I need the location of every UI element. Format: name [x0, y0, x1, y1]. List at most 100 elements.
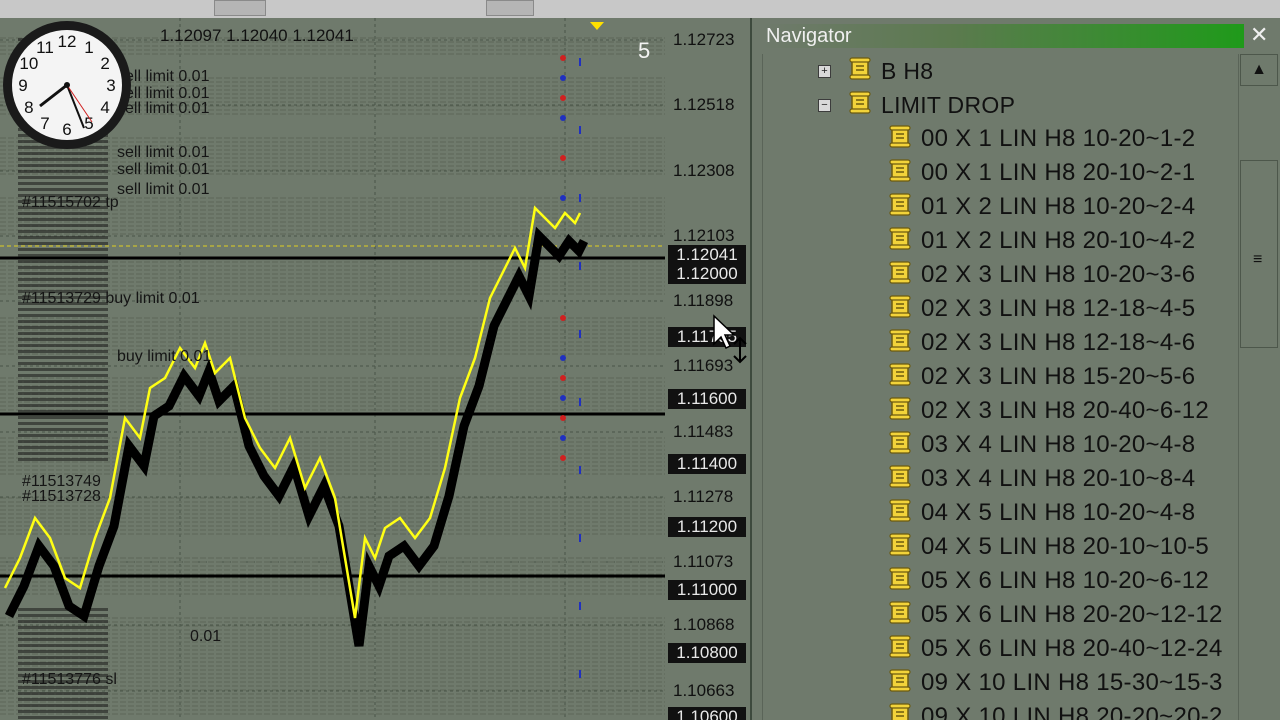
clock-numeral: 8 — [24, 98, 33, 117]
order-marker — [18, 314, 108, 317]
trade-arrow — [560, 155, 566, 161]
price-level-label: 1.11073 — [673, 552, 734, 571]
order-marker — [18, 704, 108, 707]
navigator-header: Navigator — [762, 24, 1244, 48]
tree-item-script[interactable]: 03 X 4 LIN H8 10-20~4-8 — [887, 428, 1195, 462]
clock-widget: 12 1234567891011 — [3, 21, 131, 149]
tree-folder[interactable]: B H8 — [847, 54, 933, 88]
tree-item-script[interactable]: 00 X 1 LIN H8 10-20~1-2 — [887, 122, 1195, 156]
script-icon — [887, 158, 913, 189]
order-marker — [18, 638, 108, 641]
script-icon — [887, 192, 913, 223]
tree-item-label: 04 X 5 LIN H8 20-10~10-5 — [921, 533, 1210, 560]
tree-item-label: 09 X 10 LIN H8 15-30~15-3 — [921, 669, 1223, 696]
expand-icon[interactable]: + — [818, 65, 831, 78]
price-level-label: 1.12308 — [673, 161, 735, 180]
script-icon — [887, 260, 913, 291]
price-chart[interactable]: 1.12097 1.12040 1.12041 5 1.12723 1.12518… — [0, 18, 752, 720]
order-marker — [18, 710, 108, 713]
order-marker — [18, 698, 108, 701]
order-marker — [18, 284, 108, 287]
tree-item-script[interactable]: 04 X 5 LIN H8 20-10~10-5 — [887, 530, 1209, 564]
price-level-label: 1.10800 — [668, 643, 746, 663]
tree-item-script[interactable]: 04 X 5 LIN H8 10-20~4-8 — [887, 496, 1195, 530]
tree-item-label: 00 X 1 LIN H8 10-20~1-2 — [921, 125, 1196, 152]
order-marker — [18, 332, 108, 335]
tree-folder[interactable]: LIMIT DROP — [847, 88, 1015, 122]
tree-item-script[interactable]: 02 X 3 LIN H8 20-40~6-12 — [887, 394, 1209, 428]
navigator-title: Navigator — [766, 25, 852, 47]
toolbar-button[interactable] — [486, 0, 534, 16]
tree-item-script[interactable]: 01 X 2 LIN H8 10-20~2-4 — [887, 190, 1195, 224]
tree-item-label: 01 X 2 LIN H8 20-10~4-2 — [921, 227, 1196, 254]
shift-marker — [590, 22, 604, 30]
navigator-tree[interactable]: + B H8 − LIMIT DROP 00 X 1 LIN H8 10-20~1-2 0… — [762, 54, 1239, 720]
scroll-up-button[interactable]: ▲ — [1240, 54, 1278, 86]
tree-item-script[interactable]: 02 X 3 LIN H8 12-18~4-6 — [887, 326, 1195, 360]
order-marker — [18, 644, 108, 647]
script-icon — [887, 396, 913, 427]
tree-item-script[interactable]: 02 X 3 LIN H8 15-20~5-6 — [887, 360, 1195, 394]
order-marker — [18, 278, 108, 281]
tree-item-script[interactable]: 01 X 2 LIN H8 20-10~4-2 — [887, 224, 1195, 258]
tree-item-script[interactable]: 03 X 4 LIN H8 20-10~8-4 — [887, 462, 1195, 496]
collapse-icon[interactable]: − — [818, 99, 831, 112]
tree-item-script[interactable]: 00 X 1 LIN H8 20-10~2-1 — [887, 156, 1195, 190]
tree-item-script[interactable]: 02 X 3 LIN H8 10-20~3-6 — [887, 258, 1195, 292]
order-marker — [18, 170, 108, 173]
clock-numeral: 11 — [36, 38, 54, 57]
ohlc-readout: 1.12097 1.12040 1.12041 — [160, 26, 354, 45]
navigator-panel: Navigator ✕ + B H8 − LIMIT DROP 00 X 1 LIN H… — [752, 18, 1280, 720]
script-icon — [887, 634, 913, 665]
order-marker — [18, 662, 108, 665]
tree-item-script[interactable]: 05 X 6 LIN H8 20-20~12-12 — [887, 598, 1223, 632]
toolbar-button[interactable] — [214, 0, 266, 16]
script-icon — [887, 668, 913, 699]
order-marker — [18, 212, 108, 215]
tree-item-script[interactable]: 02 X 3 LIN H8 12-18~4-5 — [887, 292, 1195, 326]
close-icon[interactable]: ✕ — [1250, 22, 1268, 48]
tree-item-script[interactable]: 05 X 6 LIN H8 20-40~12-24 — [887, 632, 1223, 666]
price-level-label: 1.11000 — [668, 580, 746, 600]
tree-item-script[interactable]: 09 X 10 LIN H8 20-20~20-2 — [887, 700, 1223, 720]
order-marker — [18, 392, 108, 395]
tree-item-label: 01 X 2 LIN H8 10-20~2-4 — [921, 193, 1196, 220]
trade-arrow — [560, 55, 566, 61]
script-icon — [887, 328, 913, 359]
order-marker — [18, 362, 108, 365]
trade-arrow — [560, 435, 566, 441]
script-icon — [887, 464, 913, 495]
trade-arrow — [560, 375, 566, 381]
order-marker — [18, 386, 108, 389]
trade-arrow — [560, 195, 566, 201]
order-label: #11515702 tp — [22, 194, 119, 211]
order-marker — [18, 422, 108, 425]
price-level-label: 1.11400 — [668, 454, 746, 474]
price-level-label: 1.11898 — [673, 291, 734, 310]
order-label: 0.01 — [190, 628, 222, 645]
order-marker — [18, 326, 108, 329]
script-icon — [887, 362, 913, 393]
tree-item-script[interactable]: 05 X 6 LIN H8 10-20~6-12 — [887, 564, 1209, 598]
period-number: 5 — [638, 38, 651, 63]
tree-item-label: 00 X 1 LIN H8 20-10~2-1 — [921, 159, 1196, 186]
trade-arrow — [560, 95, 566, 101]
vertical-scrollbar[interactable]: ▲ ≡ — [1238, 54, 1279, 720]
clock-numeral: 4 — [100, 98, 109, 117]
order-marker — [18, 164, 108, 167]
tree-item-label: 02 X 3 LIN H8 20-40~6-12 — [921, 397, 1210, 424]
tree-item-label: 03 X 4 LIN H8 20-10~8-4 — [921, 465, 1196, 492]
order-marker — [18, 218, 108, 221]
price-level-label: 1.12000 — [668, 264, 746, 284]
order-label: buy limit 0.01 — [117, 348, 212, 365]
tree-item-script[interactable]: 09 X 10 LIN H8 15-30~15-3 — [887, 666, 1223, 700]
script-icon — [887, 532, 913, 563]
clock-numeral: 9 — [18, 76, 27, 95]
tree-item-label: 05 X 6 LIN H8 10-20~6-12 — [921, 567, 1210, 594]
script-folder-icon — [847, 56, 873, 87]
order-marker — [18, 416, 108, 419]
scroll-thumb[interactable]: ≡ — [1240, 160, 1278, 348]
tree-item-label: 09 X 10 LIN H8 20-20~20-2 — [921, 703, 1223, 720]
clock-numeral: 12 — [58, 32, 77, 51]
clock-hub — [64, 82, 70, 88]
